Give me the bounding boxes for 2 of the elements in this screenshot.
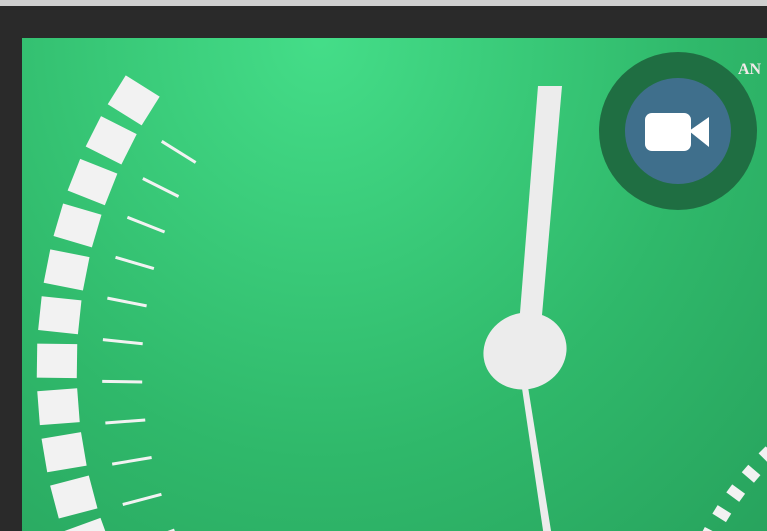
corner-label: AN bbox=[738, 62, 762, 78]
video-camera-icon bbox=[645, 111, 711, 151]
